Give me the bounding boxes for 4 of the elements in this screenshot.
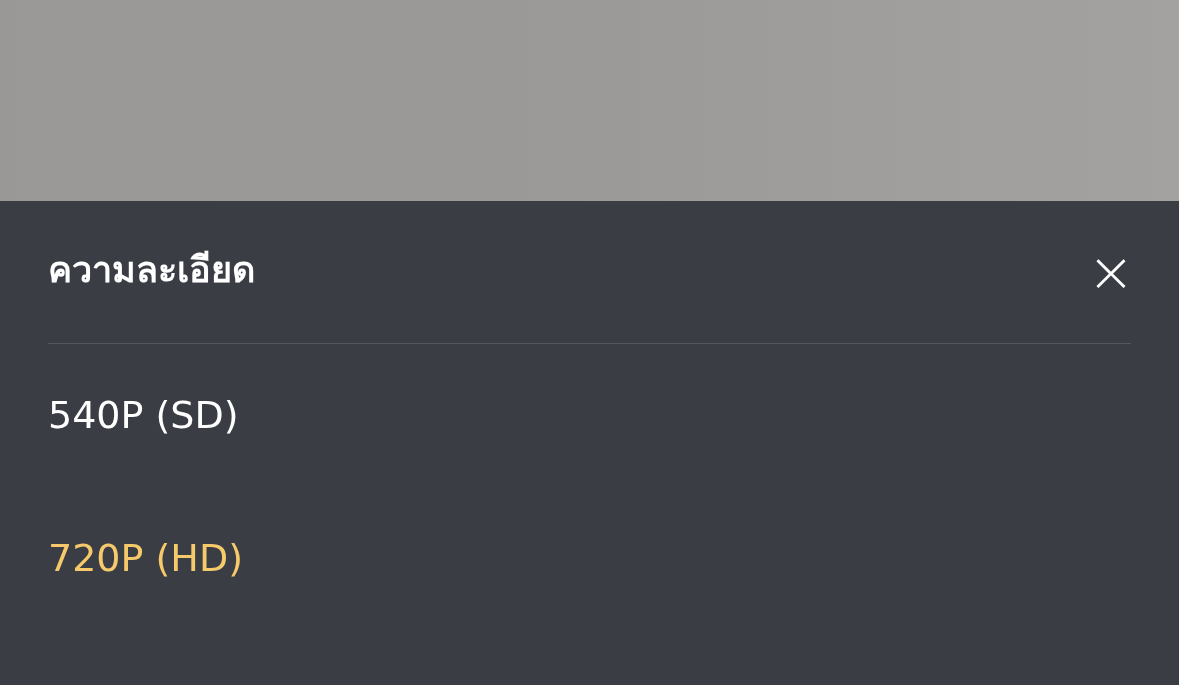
close-button[interactable]: × bbox=[1089, 250, 1133, 294]
sheet-title: ความละเอียด bbox=[48, 248, 255, 292]
resolution-option[interactable]: 720P (HD) bbox=[48, 530, 243, 587]
resolution-option[interactable]: 540P (SD) bbox=[48, 387, 239, 444]
